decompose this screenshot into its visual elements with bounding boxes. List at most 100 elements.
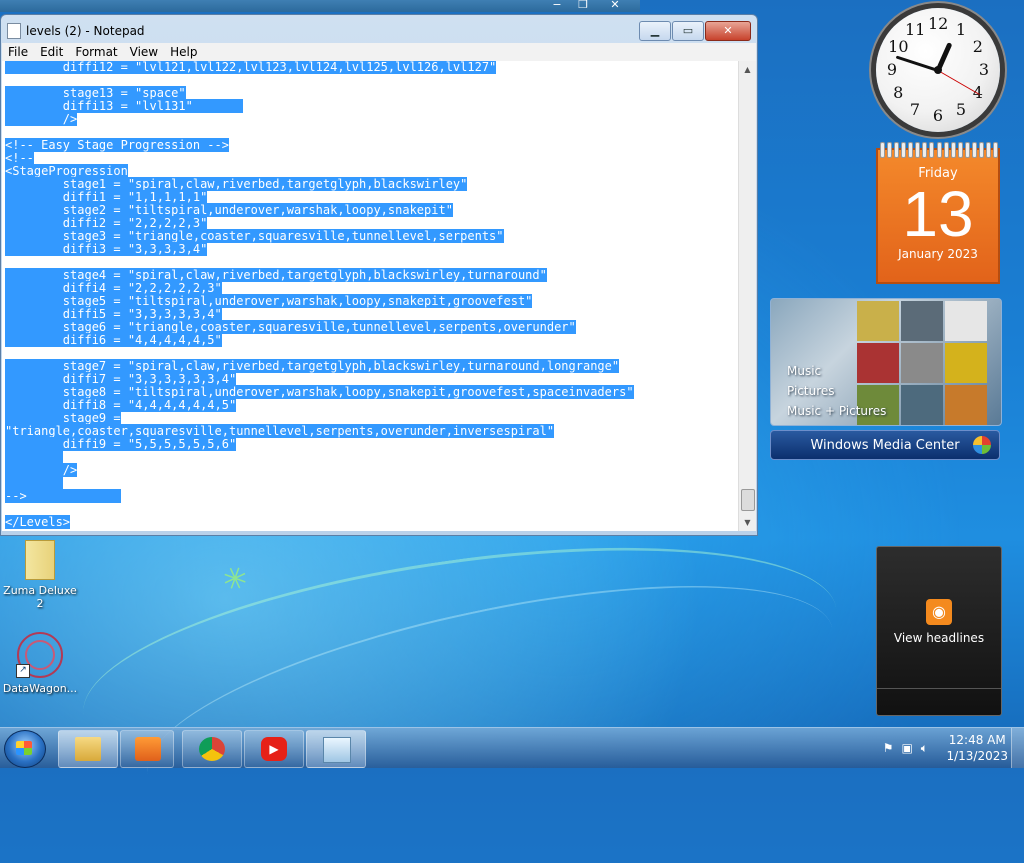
media-item-music-pictures[interactable]: Music + Pictures (787, 401, 886, 421)
menu-file[interactable]: File (2, 43, 34, 61)
editor-line[interactable]: stage1 = "spiral,claw,riverbed,targetgly… (5, 177, 468, 191)
editor-line[interactable]: </Levels> (5, 515, 71, 529)
wallpaper-leaf: ✳ (216, 558, 253, 601)
editor-line[interactable]: stage9 = (5, 411, 121, 425)
editor-line[interactable] (5, 450, 63, 464)
taskbar-notepad-button[interactable] (306, 730, 366, 768)
clock-numeral: 7 (909, 99, 921, 119)
menu-help[interactable]: Help (164, 43, 203, 61)
system-tray: ⚑ ▣ 🔈︎ (883, 741, 928, 756)
view-headlines-label[interactable]: View headlines (877, 631, 1001, 645)
clock-numeral: 5 (955, 99, 967, 119)
media-item-pictures[interactable]: Pictures (787, 381, 886, 401)
clock-numeral: 3 (978, 60, 990, 79)
editor-line[interactable]: stage6 = "triangle,coaster,squaresville,… (5, 320, 576, 334)
notepad-icon (323, 737, 351, 763)
editor-line[interactable]: stage5 = "tiltspiral,underover,warshak,l… (5, 294, 533, 308)
editor-line[interactable]: diffi1 = "1,1,1,1,1" (5, 190, 208, 204)
minimize-button[interactable]: ▁ (639, 21, 671, 41)
editor-line[interactable] (5, 476, 63, 490)
editor-line[interactable]: <!-- Easy Stage Progression --> (5, 138, 229, 152)
menu-edit[interactable]: Edit (34, 43, 69, 61)
editor-line[interactable]: diffi6 = "4,4,4,4,4,5" (5, 333, 222, 347)
network-icon[interactable]: ▣ (901, 741, 912, 756)
menu-bar: File Edit Format View Help (2, 43, 756, 61)
editor-line[interactable]: diffi5 = "3,3,3,3,3,4" (5, 307, 222, 321)
desktop-icon-datawagon[interactable]: DataWagon... (0, 632, 80, 695)
media-center-launch-bar[interactable]: Windows Media Center (770, 430, 1000, 460)
taskbar-youtube-button[interactable]: ▶ (244, 730, 304, 768)
notepad-window[interactable]: levels (2) - Notepad ▁ ▭ ✕ File Edit For… (0, 14, 758, 536)
editor-line[interactable]: diffi12 = "lvl121,lvl122,lvl123,lvl124,l… (5, 61, 497, 74)
editor-line[interactable]: diffi3 = "3,3,3,3,4" (5, 242, 208, 256)
maximize-button[interactable]: ▭ (672, 21, 704, 41)
volume-icon[interactable]: 🔈︎ (921, 741, 928, 756)
window-title: levels (2) - Notepad (7, 21, 145, 41)
action-center-flag-icon[interactable]: ⚑ (883, 741, 894, 756)
windows-orb-icon (973, 436, 991, 454)
zip-folder-icon (25, 540, 55, 580)
media-center-gadget[interactable]: Music Pictures Music + Pictures (770, 298, 1002, 426)
editor-line[interactable]: diffi8 = "4,4,4,4,4,4,5" (5, 398, 237, 412)
editor-line[interactable]: stage4 = "spiral,claw,riverbed,targetgly… (5, 268, 547, 282)
menu-view[interactable]: View (124, 43, 164, 61)
desktop-icon-zuma[interactable]: Zuma Deluxe 2 (0, 540, 80, 610)
editor-line[interactable]: stage7 = "spiral,claw,riverbed,targetgly… (5, 359, 620, 373)
clock-tray[interactable]: 12:48 AM 1/13/2023 (946, 732, 1008, 764)
rss-icon: ◉ (926, 599, 952, 625)
window-title-text: levels (2) - Notepad (26, 24, 145, 38)
notepad-icon (7, 23, 21, 39)
tray-date: 1/13/2023 (946, 749, 1008, 763)
start-button[interactable] (4, 730, 46, 768)
clock-gadget[interactable]: 123456789101112 (876, 8, 1000, 132)
taskbar: ▶ ⚑ ▣ 🔈︎ 12:48 AM 1/13/2023 (0, 727, 1024, 768)
restore-icon[interactable]: ❐ (570, 0, 596, 12)
clock-numeral: 10 (888, 37, 909, 56)
gadget-footer (877, 688, 1001, 715)
menu-format[interactable]: Format (69, 43, 123, 61)
media-item-music[interactable]: Music (787, 361, 886, 381)
desktop-icon-label: Zuma Deluxe 2 (3, 584, 77, 610)
editor-line[interactable]: stage3 = "triangle,coaster,squaresville,… (5, 229, 504, 243)
editor-line[interactable]: <!-- (5, 151, 34, 165)
desktop-icon-label: DataWagon... (2, 682, 78, 695)
editor-line[interactable]: /> (5, 463, 78, 477)
close-icon[interactable]: ✕ (602, 0, 628, 12)
editor-line[interactable]: diffi13 = "lvl131" (5, 99, 244, 113)
editor-content[interactable]: diffi12 = "lvl121,lvl122,lvl123,lvl124,l… (2, 61, 739, 529)
editor-line[interactable]: diffi2 = "2,2,2,2,3" (5, 216, 208, 230)
show-desktop-button[interactable] (1011, 728, 1024, 768)
background-window-titlebar[interactable]: − ❐ ✕ (0, 0, 640, 12)
editor-line[interactable]: "triangle,coaster,squaresville,tunnellev… (5, 424, 555, 438)
taskbar-chrome-button[interactable] (182, 730, 242, 768)
feed-headlines-gadget[interactable]: ◉ View headlines (876, 546, 1002, 716)
editor-line[interactable]: diffi9 = "5,5,5,5,5,5,6" (5, 437, 237, 451)
minimize-icon[interactable]: − (544, 0, 570, 12)
calendar-gadget[interactable]: Friday 13 January 2023 (876, 142, 1000, 284)
editor-line[interactable]: diffi4 = "2,2,2,2,2,3" (5, 281, 222, 295)
close-button[interactable]: ✕ (705, 21, 751, 41)
editor-line[interactable]: --> (5, 489, 121, 503)
text-editor[interactable]: diffi12 = "lvl121,lvl122,lvl123,lvl124,l… (2, 61, 739, 531)
calendar-rings (880, 142, 998, 158)
youtube-icon: ▶ (261, 737, 287, 761)
scroll-down-icon[interactable]: ▼ (739, 514, 756, 531)
scroll-up-icon[interactable]: ▲ (739, 61, 756, 78)
media-center-label: Windows Media Center (810, 438, 960, 453)
calendar-month-year: January 2023 (898, 247, 978, 261)
editor-line[interactable]: stage2 = "tiltspiral,underover,warshak,l… (5, 203, 453, 217)
taskbar-media-player-button[interactable] (120, 730, 174, 768)
tray-time: 12:48 AM (948, 733, 1006, 747)
taskbar-explorer-button[interactable] (58, 730, 118, 768)
chrome-icon (199, 737, 225, 761)
editor-line[interactable]: stage13 = "space" (5, 86, 186, 100)
shortcut-arrow-icon: ↗ (16, 664, 30, 678)
editor-line[interactable]: stage8 = "tiltspiral,underover,warshak,l… (5, 385, 634, 399)
clock-numeral: 6 (932, 106, 944, 125)
scroll-thumb[interactable] (741, 489, 755, 511)
clock-center (934, 66, 942, 74)
vertical-scrollbar[interactable]: ▲ ▼ (738, 61, 756, 531)
editor-line[interactable]: diffi7 = "3,3,3,3,3,3,4" (5, 372, 237, 386)
editor-line[interactable]: <StageProgression (5, 164, 128, 178)
editor-line[interactable]: /> (5, 112, 78, 126)
